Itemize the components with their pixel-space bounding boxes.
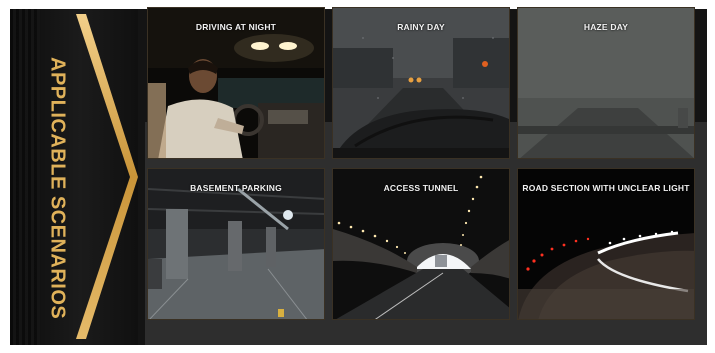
tile-label: BASEMENT PARKING xyxy=(190,183,282,193)
tile-label: ROAD SECTION WITH UNCLEAR LIGHT xyxy=(522,183,690,193)
corner-mark xyxy=(687,312,694,319)
tile-label: RAINY DAY xyxy=(397,22,445,32)
corner-mark xyxy=(317,151,324,158)
section-title: APPLICABLE SCENARIOS xyxy=(46,56,69,320)
corner-mark xyxy=(518,151,525,158)
corner-mark xyxy=(317,312,324,319)
tile-label: ACCESS TUNNEL xyxy=(383,183,459,193)
scenario-tile-road-unclear-light: ROAD SECTION WITH UNCLEAR LIGHT xyxy=(517,168,695,320)
corner-mark xyxy=(518,8,525,15)
corner-mark xyxy=(687,151,694,158)
corner-mark xyxy=(518,312,525,319)
corner-mark xyxy=(148,312,155,319)
stripe-texture xyxy=(10,9,40,345)
corner-mark xyxy=(148,151,155,158)
corner-mark xyxy=(317,8,324,15)
corner-mark xyxy=(518,169,525,176)
corner-mark xyxy=(502,151,509,158)
tile-label: DRIVING AT NIGHT xyxy=(195,22,277,32)
corner-mark xyxy=(333,8,340,15)
corner-mark xyxy=(687,8,694,15)
corner-mark xyxy=(148,8,155,15)
corner-mark xyxy=(502,312,509,319)
chevron-arrow-icon xyxy=(76,14,138,339)
corner-mark xyxy=(687,169,694,176)
corner-mark xyxy=(317,169,324,176)
corner-mark xyxy=(148,169,155,176)
corner-mark xyxy=(333,151,340,158)
scenario-tile-rainy-day: RAINY DAY xyxy=(332,7,510,159)
corner-mark xyxy=(502,8,509,15)
tile-label: HAZE DAY xyxy=(583,22,629,32)
scenario-tile-driving-at-night: DRIVING AT NIGHT xyxy=(147,7,325,159)
corner-mark xyxy=(333,169,340,176)
scenario-tile-access-tunnel: ACCESS TUNNEL xyxy=(332,168,510,320)
scenario-tile-haze-day: HAZE DAY xyxy=(517,7,695,159)
corner-mark xyxy=(502,169,509,176)
corner-mark xyxy=(333,312,340,319)
scenario-tile-basement-parking: BASEMENT PARKING xyxy=(147,168,325,320)
